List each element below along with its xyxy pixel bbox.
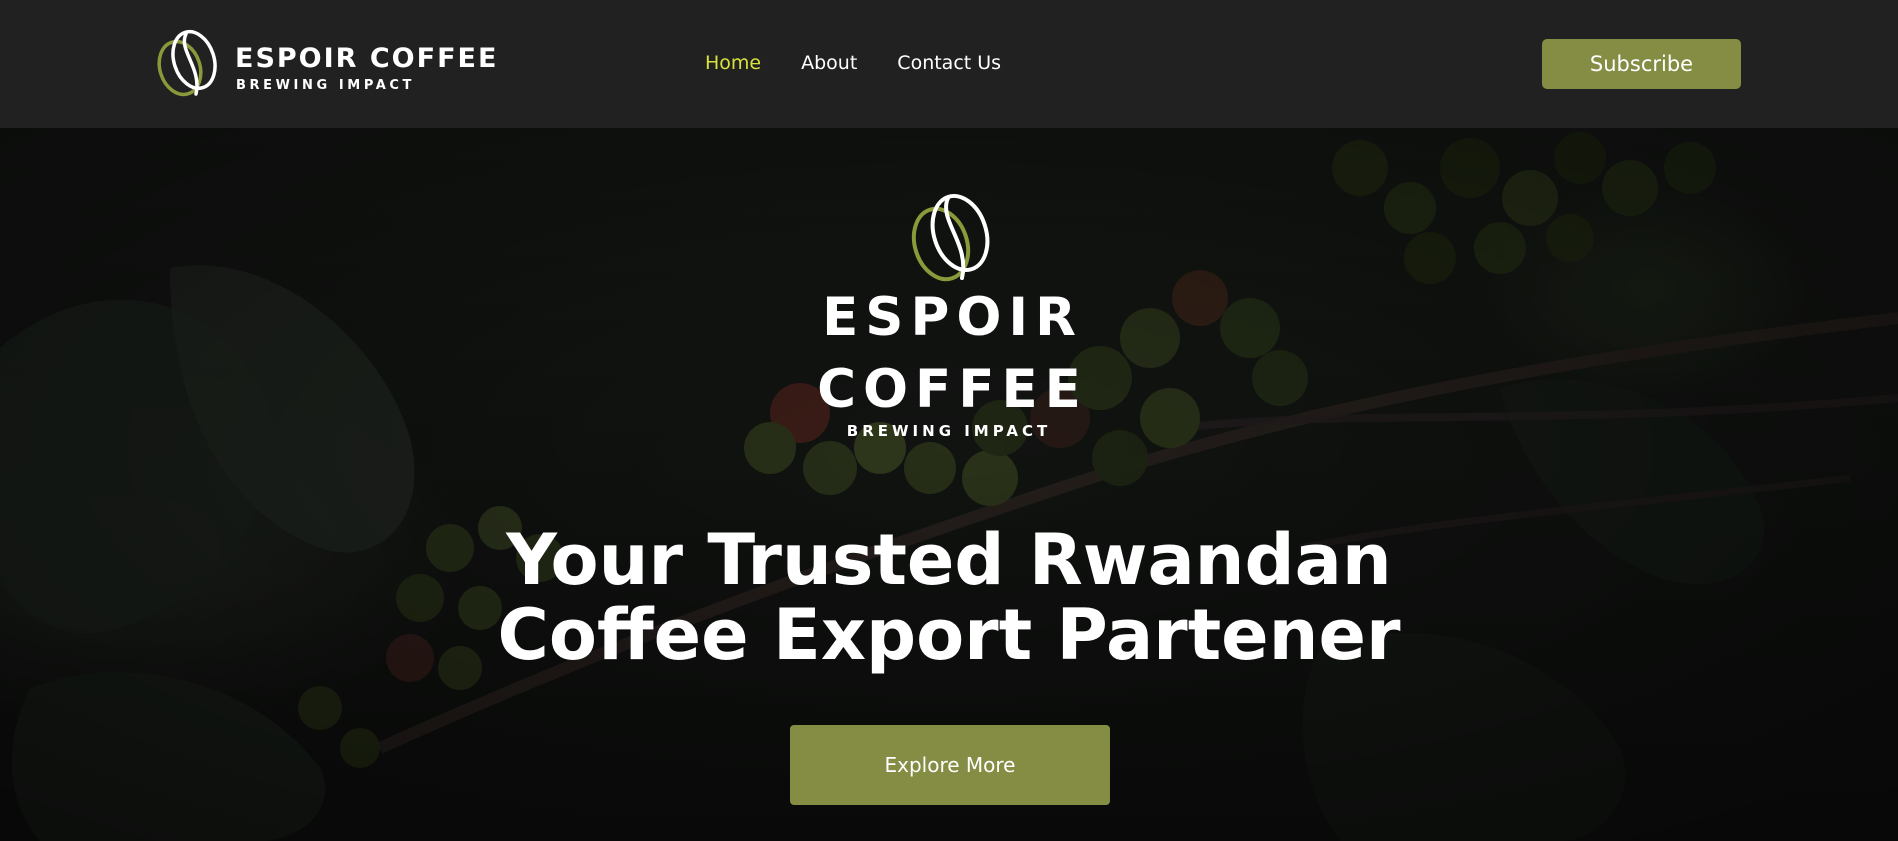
brand-tagline: BREWING IMPACT [236,78,416,93]
main-nav: Home About Contact Us [705,50,1041,76]
brand-logo-link[interactable]: ESPOIR COFFEE BREWING IMPACT [156,28,496,98]
site-header: ESPOIR COFFEE BREWING IMPACT Home About … [0,0,1898,128]
hero-title-line-2: Coffee Export Partener [497,594,1401,676]
explore-more-button[interactable]: Explore More [790,725,1110,805]
hero-brand-tagline: BREWING IMPACT [846,422,1052,440]
nav-home-link[interactable]: Home [705,50,761,76]
coffee-bean-logo-icon [157,29,217,97]
hero-title-line-1: Your Trusted Rwandan [506,519,1392,601]
hero-brand-line-1: ESPOIR [822,287,1083,348]
nav-contact-link[interactable]: Contact Us [897,50,1001,76]
coffee-bean-logo-icon [911,193,990,282]
hero-section: ESPOIR COFFEE BREWING IMPACT Your Truste… [0,128,1898,841]
subscribe-button[interactable]: Subscribe [1542,39,1741,89]
brand-name: ESPOIR COFFEE [235,43,499,74]
nav-about-link[interactable]: About [801,50,857,76]
hero-title: Your Trusted Rwandan Coffee Export Parte… [0,523,1898,673]
hero-brand-line-2: COFFEE [817,359,1088,420]
